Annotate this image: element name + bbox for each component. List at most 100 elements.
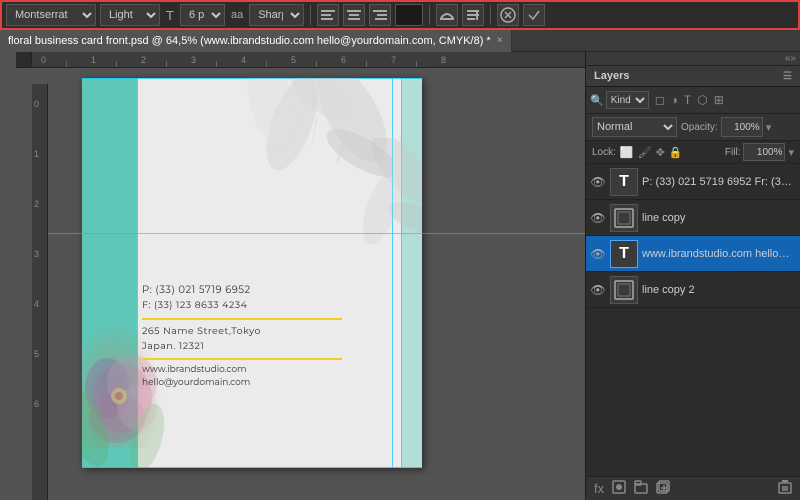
layer-thumbnail-4 <box>610 276 638 304</box>
leaf-decoration-mid <box>332 138 422 258</box>
opacity-dropdown[interactable]: ▾ <box>766 121 772 134</box>
fill-control: Fill: ▾ <box>725 143 794 161</box>
guide-v-2 <box>392 78 393 468</box>
fill-dropdown[interactable]: ▾ <box>788 146 794 159</box>
layer-name-1: P: (33) 021 5719 6952 Fr: (33... <box>642 176 796 188</box>
layers-panel-header: Layers ☰ <box>586 66 800 87</box>
main-area: // will be rendered inline below 0 1 2 3… <box>0 52 800 500</box>
yellow-divider-2 <box>142 358 342 360</box>
new-group-button[interactable] <box>632 480 650 497</box>
align-right-button[interactable] <box>369 4 391 26</box>
cancel-button[interactable] <box>497 4 519 26</box>
tab-label: floral business card front.psd @ 64,5% (… <box>8 35 491 47</box>
filter-adjustment-button[interactable]: ◑ <box>669 93 680 107</box>
lock-fill-row: Lock: ⬜ 🖌 ✥ 🔒 Fill: ▾ <box>586 141 800 164</box>
horizontal-ruler: // will be rendered inline below 0 1 2 3… <box>16 52 585 68</box>
font-style-select[interactable]: Light <box>100 4 160 26</box>
v-ruler-mark-6: 6 <box>34 399 39 409</box>
ruler-mark-6: 6 <box>341 55 346 65</box>
add-mask-button[interactable] <box>610 480 628 497</box>
address-line-2: Japan. 12321 <box>142 339 412 354</box>
v-ruler-mark-5: 5 <box>34 349 39 359</box>
contact-info: P: (33) 021 5719 6952 F: (33) 123 8633 4… <box>142 282 412 388</box>
text-color-swatch[interactable] <box>395 4 423 26</box>
layer-visibility-3[interactable]: 👁 <box>590 247 606 261</box>
layer-name-3: www.ibrandstudio.com hello@... <box>642 248 796 260</box>
filter-smart-button[interactable]: ⊞ <box>712 93 726 107</box>
layer-item[interactable]: 👁 line copy <box>586 200 800 236</box>
lock-image-button[interactable]: 🖌 <box>638 146 652 159</box>
ruler-mark-7: 7 <box>391 55 396 65</box>
tab-bar: floral business card front.psd @ 64,5% (… <box>0 30 800 52</box>
layer-name-4: line copy 2 <box>642 284 796 296</box>
filter-pixel-button[interactable]: ◻ <box>653 93 667 107</box>
layer-visibility-2[interactable]: 👁 <box>590 211 606 225</box>
layer-thumbnail-3: T <box>610 240 638 268</box>
ruler-mark-1: 1 <box>91 55 96 65</box>
document-tab[interactable]: floral business card front.psd @ 64,5% (… <box>0 30 512 52</box>
text-layer-icon-selected: T <box>619 245 629 263</box>
lock-position-button[interactable]: ✥ <box>656 146 665 159</box>
aa-label: aa <box>231 9 243 21</box>
divider-3 <box>490 5 491 25</box>
filter-type-button[interactable]: T <box>682 93 693 107</box>
font-size-select[interactable]: 6 pt <box>180 4 225 26</box>
ruler-tick <box>366 61 367 67</box>
v-ruler-mark-0: 0 <box>34 99 39 109</box>
v-ruler-mark-3: 3 <box>34 249 39 259</box>
font-family-select[interactable]: Montserrat <box>6 4 96 26</box>
layer-item[interactable]: 👁 line copy 2 <box>586 272 800 308</box>
lock-label: Lock: <box>592 147 616 158</box>
layer-name-2: line copy <box>642 212 796 224</box>
confirm-button[interactable] <box>523 4 545 26</box>
ruler-mark-2: 2 <box>141 55 146 65</box>
canvas-area[interactable]: // will be rendered inline below 0 1 2 3… <box>16 52 585 500</box>
warp-text-button[interactable] <box>436 4 458 26</box>
ruler-tick <box>266 61 267 67</box>
paragraph-button[interactable] <box>462 4 484 26</box>
layers-title: Layers <box>594 70 629 82</box>
new-layer-button[interactable] <box>654 480 672 497</box>
tab-close-button[interactable]: × <box>497 35 503 46</box>
fax-line: F: (33) 123 8633 4234 <box>142 298 412 313</box>
frame-icon <box>613 207 635 229</box>
lock-all-button[interactable]: 🔒 <box>669 146 683 159</box>
ruler-mark-4: 4 <box>241 55 246 65</box>
layer-filter-icons: ◻ ◑ T ⬡ ⊞ <box>653 93 726 107</box>
layer-visibility-1[interactable]: 👁 <box>590 175 606 189</box>
layers-search-row: 🔍 Kind ◻ ◑ T ⬡ ⊞ <box>586 87 800 114</box>
ruler-tick <box>416 61 417 67</box>
antialiasing-select[interactable]: Sharp <box>249 4 304 26</box>
v-ruler-mark-2: 2 <box>34 199 39 209</box>
text-layer-icon: T <box>619 173 629 191</box>
ruler-tick <box>66 61 67 67</box>
layer-thumbnail-1: T <box>610 168 638 196</box>
guide-v-3 <box>401 78 402 468</box>
add-layer-style-button[interactable]: fx <box>592 481 606 496</box>
align-center-button[interactable] <box>343 4 365 26</box>
fill-input[interactable] <box>743 143 785 161</box>
filter-shape-button[interactable]: ⬡ <box>695 93 709 107</box>
layer-item-selected[interactable]: 👁 T www.ibrandstudio.com hello@... <box>586 236 800 272</box>
panel-collapse-arrows[interactable]: «» <box>586 52 800 66</box>
ruler-mark-3: 3 <box>191 55 196 65</box>
layers-list[interactable]: 👁 T P: (33) 021 5719 6952 Fr: (33... 👁 l… <box>586 164 800 476</box>
layer-kind-select[interactable]: Kind <box>606 91 649 109</box>
ruler-tick <box>116 61 117 67</box>
align-left-button[interactable] <box>317 4 339 26</box>
delete-layer-button[interactable] <box>776 480 794 497</box>
layer-item[interactable]: 👁 T P: (33) 021 5719 6952 Fr: (33... <box>586 164 800 200</box>
divider-1 <box>310 5 311 25</box>
lock-pixels-button[interactable]: ⬜ <box>620 146 634 159</box>
divider-2 <box>429 5 430 25</box>
url-line: www.ibrandstudio.com <box>142 364 412 375</box>
document-canvas: 0 1 2 3 4 5 6 <box>32 68 585 500</box>
layers-bottom-toolbar: fx <box>586 476 800 500</box>
address-line-1: 265 Name Street,Tokyo <box>142 324 412 339</box>
opacity-control: Opacity: ▾ <box>681 117 771 137</box>
ruler-mark-8: 8 <box>441 55 446 65</box>
layer-visibility-4[interactable]: 👁 <box>590 283 606 297</box>
panel-menu-button[interactable]: ☰ <box>783 71 792 82</box>
opacity-input[interactable] <box>721 117 763 137</box>
blend-mode-select[interactable]: Normal <box>592 117 677 137</box>
